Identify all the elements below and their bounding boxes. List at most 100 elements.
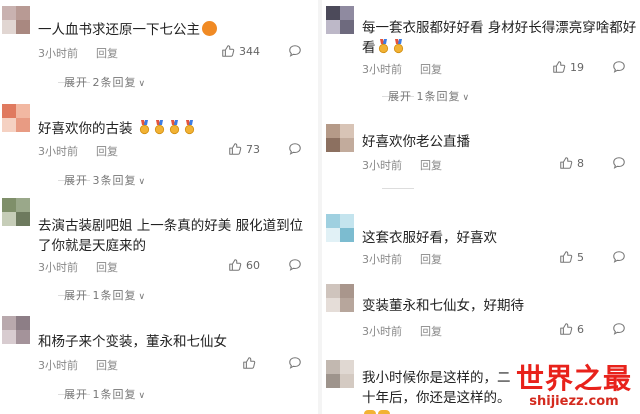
comment-time: 3小时前 [362, 159, 402, 172]
avatar[interactable] [326, 124, 354, 152]
comment-item: 和杨子来个变装，董永和七仙女 3小时前 回复 展开 1条回复 ∨ [0, 312, 316, 412]
medal-emoji [169, 120, 180, 135]
comment-item: 这套衣服好看，好喜欢 3小时前 回复 5 [324, 208, 640, 278]
comment-icon [288, 44, 302, 58]
watermark-title: 世界之最 [515, 362, 632, 395]
avatar[interactable] [326, 6, 354, 34]
comment-button[interactable] [288, 258, 302, 272]
like-button[interactable]: 60 [228, 258, 260, 272]
thumbs-up-icon [228, 142, 242, 156]
comment-time: 3小时前 [38, 145, 78, 158]
avatar[interactable] [2, 198, 30, 226]
comment-item: 好喜欢你老公直播 3小时前 回复 8 [324, 118, 640, 202]
comment-column-right: 每一套衣服都好好看 身材好长得漂亮穿啥都好看 3小时前 回复 19 展开 1条回… [324, 0, 640, 414]
comment-button[interactable] [612, 156, 626, 170]
chevron-down-icon: ∨ [138, 292, 147, 302]
comment-text: 好喜欢你的古装 [38, 119, 310, 139]
cat-face-emoji [202, 21, 217, 36]
medal-emoji [154, 120, 165, 135]
comment-text: 和杨子来个变装，董永和七仙女 [38, 334, 227, 350]
comment-item: 去演古装剧吧姐 上一条真的好美 服化道到位了你就是天庭来的 3小时前 回复 60… [0, 196, 316, 308]
expand-replies[interactable]: 展开 2条回复 ∨ [64, 74, 146, 90]
comment-item: 好喜欢你的古装 3小时前 回复 73 展开 3条回复 ∨ [0, 100, 316, 192]
comment-button[interactable] [612, 250, 626, 264]
chevron-down-icon: ∨ [462, 93, 471, 103]
reply-button[interactable]: 回复 [96, 259, 118, 275]
avatar[interactable] [326, 284, 354, 312]
comment-text: 一人血书求还原一下七公主 [38, 20, 310, 40]
comment-meta: 3小时前 回复 8 [362, 156, 634, 174]
avatar[interactable] [2, 316, 30, 344]
thumbs-up-icon [221, 44, 235, 58]
comment-icon [612, 156, 626, 170]
comment-button[interactable] [612, 60, 626, 74]
medal-emoji [139, 120, 150, 135]
thumbs-up-icon [559, 322, 573, 336]
medal-emoji [393, 39, 404, 54]
expand-replies[interactable]: 展开 1条回复 ∨ [64, 386, 146, 402]
comment-button[interactable] [288, 142, 302, 156]
like-count: 60 [246, 258, 260, 272]
reply-button[interactable]: 回复 [420, 61, 442, 77]
like-count: 5 [577, 250, 584, 264]
reply-button[interactable]: 回复 [96, 45, 118, 61]
site-watermark: 世界之最 shijiezz.com [516, 364, 632, 410]
comment-item: 每一套衣服都好好看 身材好长得漂亮穿啥都好看 3小时前 回复 19 展开 1条回… [324, 0, 640, 104]
hands-emoji [378, 410, 390, 414]
comment-icon [288, 258, 302, 272]
chevron-down-icon: ∨ [138, 79, 147, 89]
comment-text: 好喜欢你老公直播 [362, 134, 470, 150]
comment-icon [612, 60, 626, 74]
expand-replies[interactable]: 展开 1条回复 ∨ [64, 287, 146, 303]
comment-time: 3小时前 [362, 63, 402, 76]
expand-replies[interactable]: 展开 3条回复 ∨ [64, 172, 146, 188]
comment-button[interactable] [288, 44, 302, 58]
thumbs-up-icon [552, 60, 566, 74]
like-button[interactable]: 344 [221, 44, 260, 58]
expand-separator [382, 188, 414, 189]
comment-time: 3小时前 [362, 253, 402, 266]
reply-button[interactable]: 回复 [420, 251, 442, 267]
comment-time: 3小时前 [362, 325, 402, 338]
hands-emoji [364, 410, 376, 414]
like-button[interactable]: 19 [552, 60, 584, 74]
like-count: 19 [570, 60, 584, 74]
comment-item: 变装董永和七仙女，好期待 3小时前 回复 6 [324, 280, 640, 350]
comment-meta: 3小时前 回复 73 [38, 142, 310, 160]
avatar[interactable] [326, 214, 354, 242]
like-count: 8 [577, 156, 584, 170]
thumbs-up-icon [559, 250, 573, 264]
thumbs-up-icon [559, 156, 573, 170]
medal-emoji [378, 39, 389, 54]
like-button[interactable]: 6 [559, 322, 584, 336]
reply-button[interactable]: 回复 [96, 143, 118, 159]
comment-time: 3小时前 [38, 359, 78, 372]
comment-button[interactable] [612, 322, 626, 336]
like-button[interactable]: 73 [228, 142, 260, 156]
like-count: 6 [577, 322, 584, 336]
avatar[interactable] [2, 104, 30, 132]
watermark-url: shijiezz.com [529, 394, 619, 409]
like-button[interactable] [242, 356, 260, 370]
comment-meta: 3小时前 回复 [38, 356, 310, 374]
reply-button[interactable]: 回复 [420, 323, 442, 339]
comment-item: 一人血书求还原一下七公主 3小时前 回复 344 展开 2条回复 ∨ [0, 0, 316, 92]
reply-button[interactable]: 回复 [96, 357, 118, 373]
like-button[interactable]: 5 [559, 250, 584, 264]
like-count: 344 [239, 44, 260, 58]
reply-button[interactable]: 回复 [420, 157, 442, 173]
comment-button[interactable] [288, 356, 302, 370]
avatar[interactable] [2, 6, 30, 34]
comment-text: 我小时候你是这样的，二十年后，你还是这样的。 [362, 368, 512, 414]
comment-text: 这套衣服好看，好喜欢 [362, 230, 497, 246]
comment-meta: 3小时前 回复 6 [362, 322, 634, 340]
like-button[interactable]: 8 [559, 156, 584, 170]
avatar[interactable] [326, 360, 354, 388]
column-divider [318, 0, 322, 414]
comment-icon [612, 250, 626, 264]
comment-meta: 3小时前 回复 19 [362, 60, 634, 78]
chevron-down-icon: ∨ [138, 391, 147, 401]
expand-replies[interactable]: 展开 1条回复 ∨ [388, 88, 470, 104]
comment-icon [288, 356, 302, 370]
comment-icon [612, 322, 626, 336]
